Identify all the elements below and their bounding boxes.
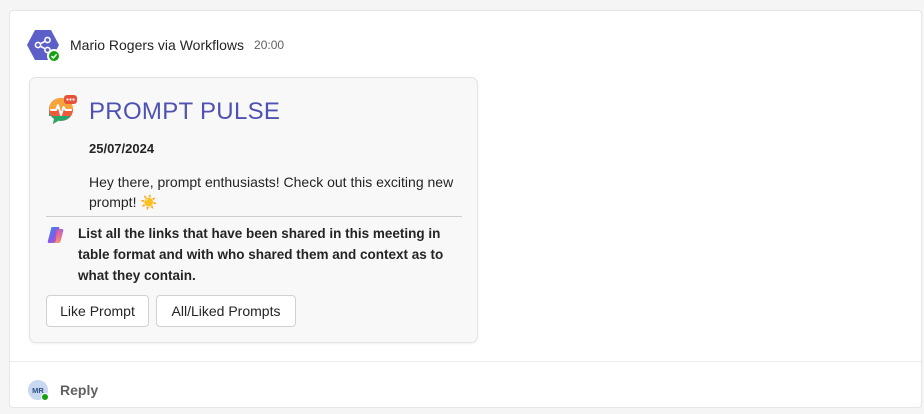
card-date: 25/07/2024 [89,141,155,156]
message-thread: Mario Rogers via Workflows 20:00 PROMPT … [9,10,922,408]
card-intro-text: Hey there, prompt enthusiasts! Check out… [89,174,454,210]
card-divider [46,216,462,217]
prompt-pulse-logo-icon [46,95,78,127]
message-header: Mario Rogers via Workflows 20:00 [27,28,285,63]
reply-bar[interactable]: MR Reply [10,361,921,408]
presence-available-icon [47,49,61,63]
sender-name[interactable]: Mario Rogers via Workflows [70,37,244,53]
sender-avatar[interactable] [27,29,61,63]
reply-button[interactable]: Reply [60,382,98,398]
all-liked-prompts-button[interactable]: All/Liked Prompts [156,295,296,327]
presence-available-icon [41,393,49,401]
adaptive-card: PROMPT PULSE 25/07/2024 Hey there, promp… [29,77,478,343]
card-title: PROMPT PULSE [89,98,281,125]
prompt-text: List all the links that have been shared… [78,226,444,283]
like-prompt-button[interactable]: Like Prompt [46,295,149,327]
message-timestamp: 20:00 [254,38,285,52]
copilot-icon [46,225,66,245]
